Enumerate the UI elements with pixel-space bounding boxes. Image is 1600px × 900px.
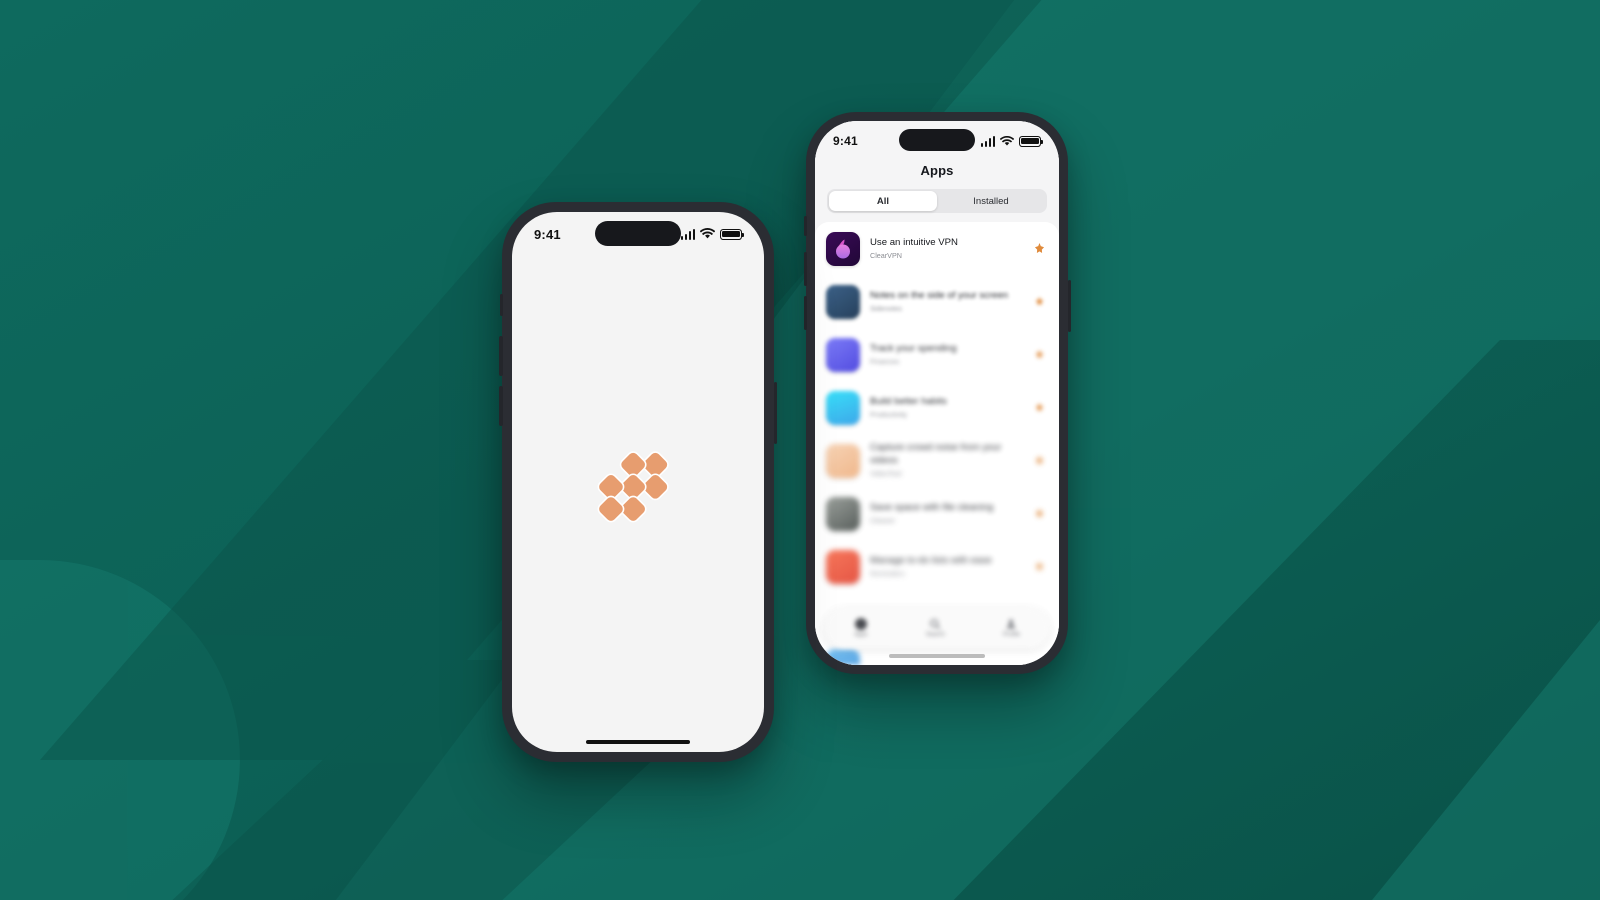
list-item-text: Capture crowd noise from your videos Vid… (870, 442, 1021, 478)
app-name: Capture crowd noise from your videos (870, 442, 1002, 466)
apps-grid-icon (854, 617, 867, 630)
page-title: Apps (920, 163, 954, 178)
list-item[interactable]: Build better habits Productivity (815, 381, 1059, 434)
app-developer: Finances (870, 356, 900, 366)
power-button[interactable] (1067, 280, 1071, 332)
list-item[interactable]: Capture crowd noise from your videos Vid… (815, 434, 1059, 487)
dynamic-island (595, 221, 681, 246)
app-icon (826, 496, 860, 531)
list-item[interactable]: Track your spending Finances (815, 328, 1059, 381)
battery-full-icon (720, 228, 745, 240)
app-name: Notes on the side of your screen (870, 289, 1009, 301)
app-icon (826, 284, 860, 319)
volume-down-button[interactable] (803, 296, 807, 330)
app-name: Manage to-do lists with ease (870, 554, 992, 566)
apps-phone-screen: 9:41 Apps All Installed Use an intuitive… (815, 121, 1059, 665)
volume-down-button[interactable] (499, 386, 503, 426)
app-icon (826, 337, 860, 372)
list-item[interactable]: Manage to-do lists with ease Reminders (815, 540, 1059, 593)
app-icon (826, 390, 860, 425)
status-bar-time: 9:41 (534, 226, 561, 242)
tab-bar[interactable]: Apps Search Profile (825, 608, 1049, 648)
app-name: Build better habits (870, 395, 947, 407)
setapp-splash-phone: 9:41 (499, 202, 777, 762)
app-icon (826, 443, 860, 478)
tab-bar-item-profile[interactable]: Profile (1002, 618, 1020, 639)
download-arrow-icon[interactable] (1031, 296, 1047, 307)
list-item[interactable]: Notes on the side of your screen Sidenot… (815, 275, 1059, 328)
person-icon (1007, 619, 1016, 629)
home-indicator[interactable] (586, 739, 690, 744)
app-developer: Productivity (870, 409, 908, 419)
list-item-text: Save space with file cleaning Cleaner (870, 502, 1021, 526)
tab-installed[interactable]: Installed (937, 191, 1045, 211)
app-developer: Cleaner (870, 515, 896, 525)
download-arrow-icon[interactable] (1031, 561, 1047, 572)
list-item-text: Use an intuitive VPN ClearVPN (870, 237, 1021, 261)
setapp-apps-phone: 9:41 Apps All Installed Use an intuitive… (803, 112, 1071, 674)
mute-switch[interactable] (804, 216, 807, 236)
cellular-signal-icon (980, 135, 995, 147)
list-item-text: Manage to-do lists with ease Reminders (870, 555, 1021, 579)
wifi-icon (1000, 135, 1014, 146)
mute-switch[interactable] (499, 294, 503, 316)
apps-list[interactable]: Use an intuitive VPN ClearVPN Notes on t… (815, 222, 1059, 665)
app-icon (826, 549, 860, 584)
app-developer: Sidenotes (870, 303, 902, 313)
list-item-text: Track your spending Finances (870, 343, 1021, 367)
list-item[interactable]: Use an intuitive VPN ClearVPN (815, 222, 1059, 275)
list-item[interactable]: Save space with file cleaning Cleaner (815, 487, 1059, 540)
tab-bar-item-apps[interactable]: Apps (854, 617, 868, 639)
app-developer: VideoTool (870, 469, 902, 479)
cellular-signal-icon (680, 228, 695, 240)
segmented-control[interactable]: All Installed (827, 189, 1047, 213)
search-icon (930, 618, 941, 629)
power-button[interactable] (773, 382, 777, 444)
tab-bar-label: Profile (1002, 632, 1020, 639)
app-developer: ClearVPN (870, 250, 902, 260)
background-decoration (0, 0, 1600, 900)
app-name: Use an intuitive VPN (870, 236, 958, 248)
dynamic-island (899, 129, 975, 151)
setapp-logo-icon (596, 440, 681, 525)
app-name: Save space with file cleaning (870, 501, 994, 513)
tab-bar-item-search[interactable]: Search (925, 618, 945, 639)
download-arrow-icon[interactable] (1031, 455, 1047, 466)
tab-bar-label: Apps (854, 632, 868, 639)
download-arrow-icon[interactable] (1031, 242, 1047, 255)
wifi-icon (700, 228, 715, 239)
download-arrow-icon[interactable] (1031, 402, 1047, 413)
download-arrow-icon[interactable] (1031, 349, 1047, 360)
battery-full-icon (1019, 135, 1044, 147)
list-item-text: Build better habits Productivity (870, 396, 1021, 420)
volume-up-button[interactable] (499, 336, 503, 376)
app-developer: Reminders (870, 568, 905, 578)
home-indicator[interactable] (889, 654, 985, 658)
app-icon-partial (826, 649, 860, 665)
tab-all[interactable]: All (829, 191, 937, 211)
volume-up-button[interactable] (803, 252, 807, 286)
app-icon-clearvpn (826, 231, 860, 266)
tab-bar-label: Search (925, 632, 945, 639)
list-item-text: Notes on the side of your screen Sidenot… (870, 290, 1021, 314)
status-bar-time: 9:41 (833, 134, 858, 148)
splash-phone-screen: 9:41 (512, 212, 764, 752)
download-arrow-icon[interactable] (1031, 508, 1047, 519)
app-name: Track your spending (870, 342, 957, 354)
splash-content (512, 212, 764, 752)
